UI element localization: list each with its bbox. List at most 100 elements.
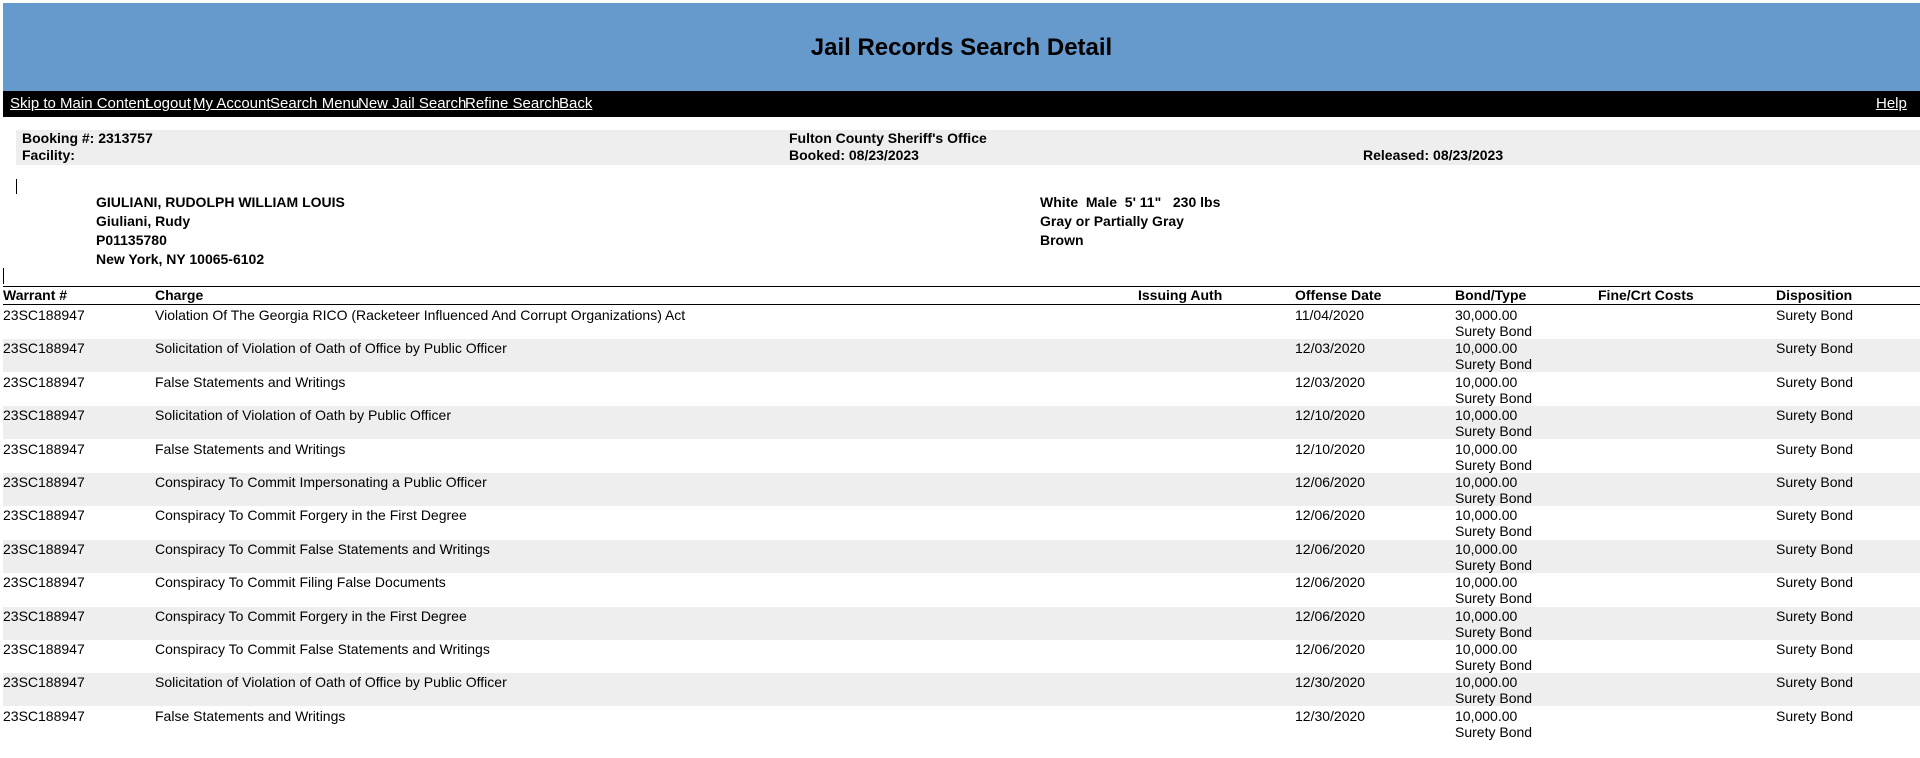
offense-date-cell: 12/06/2020 <box>1295 607 1366 624</box>
warrant-cell: 23SC188947 <box>3 707 85 724</box>
bond-amount-cell: 10,000.00 <box>1455 507 1518 524</box>
bond-amount-cell: 10,000.00 <box>1455 440 1518 457</box>
table-row: 23SC188947 False Statements and Writings 1… <box>3 373 1920 406</box>
offense-date-cell: 12/03/2020 <box>1295 340 1366 357</box>
bond-amount-cell: 10,000.00 <box>1455 607 1518 624</box>
disposition-cell: Surety Bond <box>1776 307 1854 323</box>
table-row: 23SC188947 Conspiracy To Commit Filing Fa… <box>3 573 1920 606</box>
offense-date-cell: 12/06/2020 <box>1295 641 1366 657</box>
col-charge: Charge <box>155 287 204 303</box>
skip-to-main-link[interactable]: Skip to Main Content <box>10 91 149 117</box>
search-menu-link[interactable]: Search Menu <box>270 91 359 117</box>
page-header: Jail Records Search Detail <box>3 3 1920 91</box>
bond-type-cell: Surety Bond <box>1455 456 1533 473</box>
table-row: 23SC188947 Conspiracy To Commit Forgery i… <box>3 606 1920 640</box>
my-account-link[interactable]: My Account <box>193 91 271 117</box>
page-title: Jail Records Search Detail <box>810 34 1113 61</box>
help-link[interactable]: Help <box>1876 91 1907 117</box>
charge-cell: Conspiracy To Commit Filing False Docume… <box>155 574 446 591</box>
warrant-cell: 23SC188947 <box>3 574 85 591</box>
table-row: 23SC188947 Conspiracy To Commit False Sta… <box>3 539 1920 573</box>
disposition-cell: Surety Bond <box>1776 474 1854 490</box>
text-cursor-2 <box>3 268 4 284</box>
col-bond-type: Bond/Type <box>1455 287 1527 303</box>
col-disposition: Disposition <box>1776 287 1853 303</box>
logout-link[interactable]: Logout <box>145 91 191 117</box>
new-jail-search-link[interactable]: New Jail Search <box>358 91 466 117</box>
bond-type-cell: Surety Bond <box>1455 590 1533 607</box>
bond-amount-cell: 10,000.00 <box>1455 373 1518 390</box>
offense-date-cell: 12/06/2020 <box>1295 574 1366 591</box>
col-warrant: Warrant # <box>3 287 68 303</box>
charge-cell: Conspiracy To Commit False Statements an… <box>155 641 490 657</box>
warrant-cell: 23SC188947 <box>3 307 85 323</box>
offense-date-cell: 12/06/2020 <box>1295 474 1366 490</box>
disposition-cell: Surety Bond <box>1776 407 1854 424</box>
disposition-cell: Surety Bond <box>1776 674 1854 691</box>
col-issuing-auth: Issuing Auth <box>1138 287 1223 303</box>
warrant-cell: 23SC188947 <box>3 641 85 657</box>
bond-amount-cell: 10,000.00 <box>1455 674 1518 691</box>
disposition-cell: Surety Bond <box>1776 641 1854 657</box>
charge-cell: False Statements and Writings <box>155 440 346 457</box>
charge-cell: Conspiracy To Commit False Statements an… <box>155 540 490 557</box>
warrant-cell: 23SC188947 <box>3 474 85 490</box>
person-name: GIULIANI, RUDOLPH WILLIAM LOUIS <box>96 194 345 210</box>
disposition-cell: Surety Bond <box>1776 507 1854 524</box>
table-row: 23SC188947 Violation Of The Georgia RICO … <box>3 306 1920 339</box>
table-row: 23SC188947 Conspiracy To Commit Impersona… <box>3 473 1920 506</box>
disposition-cell: Surety Bond <box>1776 607 1854 624</box>
warrant-cell: 23SC188947 <box>3 674 85 691</box>
offense-date-cell: 12/30/2020 <box>1295 707 1366 724</box>
table-row: 23SC188947 False Statements and Writings 1… <box>3 707 1920 740</box>
charge-cell: Conspiracy To Commit Forgery in the Firs… <box>155 607 467 624</box>
warrant-cell: 23SC188947 <box>3 440 85 457</box>
refine-search-link[interactable]: Refine Search <box>465 91 560 117</box>
bond-type-cell: Surety Bond <box>1455 389 1533 406</box>
offense-date-cell: 12/03/2020 <box>1295 373 1366 390</box>
offense-date-cell: 12/30/2020 <box>1295 674 1366 691</box>
bond-type-cell: Surety Bond <box>1455 556 1533 573</box>
table-row: 23SC188947 Conspiracy To Commit False Sta… <box>3 640 1920 673</box>
person-alias: Giuliani, Rudy <box>96 213 191 229</box>
person-hair: Gray or Partially Gray <box>1040 213 1184 229</box>
warrant-cell: 23SC188947 <box>3 340 85 357</box>
charge-cell: False Statements and Writings <box>155 707 346 724</box>
person-id: P01135780 <box>96 232 167 248</box>
bond-type-cell: Surety Bond <box>1455 323 1533 339</box>
offense-date-cell: 11/04/2020 <box>1295 307 1365 323</box>
person-eyes: Brown <box>1040 232 1084 248</box>
table-row: 23SC188947 Solicitation of Violation of O… <box>3 406 1920 440</box>
offense-date-cell: 12/10/2020 <box>1295 407 1366 424</box>
person-physical: White Male 5' 11" 230 lbs <box>1040 194 1221 210</box>
disposition-cell: Surety Bond <box>1776 707 1854 724</box>
bond-amount-cell: 10,000.00 <box>1455 474 1518 490</box>
col-fine-costs: Fine/Crt Costs <box>1598 287 1694 303</box>
charge-cell: Solicitation of Violation of Oath of Off… <box>155 340 507 357</box>
charge-cell: Violation Of The Georgia RICO (Racketeer… <box>155 307 686 323</box>
person-location: New York, NY 10065-6102 <box>96 251 265 267</box>
charge-cell: Solicitation of Violation of Oath of Off… <box>155 674 507 691</box>
facility-label: Facility: <box>22 147 75 163</box>
bond-amount-cell: 10,000.00 <box>1455 340 1518 357</box>
charge-cell: Conspiracy To Commit Forgery in the Firs… <box>155 507 467 524</box>
bond-amount-cell: 10,000.00 <box>1455 641 1518 657</box>
booking-number: Booking #: 2313757 <box>22 130 153 146</box>
charge-cell: Conspiracy To Commit Impersonating a Pub… <box>155 474 487 490</box>
bond-amount-cell: 10,000.00 <box>1455 407 1518 424</box>
bond-amount-cell: 10,000.00 <box>1455 707 1518 724</box>
disposition-cell: Surety Bond <box>1776 440 1854 457</box>
bond-amount-cell: 30,000.00 <box>1455 307 1518 323</box>
bond-type-cell: Surety Bond <box>1455 423 1533 440</box>
warrant-cell: 23SC188947 <box>3 607 85 624</box>
nav-bar: Skip to Main Content Logout My Account S… <box>3 91 1920 117</box>
back-link[interactable]: Back <box>559 91 592 117</box>
bond-type-cell: Surety Bond <box>1455 490 1533 506</box>
agency-name: Fulton County Sheriff's Office <box>789 130 987 146</box>
bond-type-cell: Surety Bond <box>1455 623 1533 640</box>
table-header-rule <box>3 304 1920 305</box>
released-date: Released: 08/23/2023 <box>1363 147 1504 163</box>
table-row: 23SC188947 False Statements and Writings 1… <box>3 440 1920 473</box>
warrant-cell: 23SC188947 <box>3 407 85 424</box>
bond-type-cell: Surety Bond <box>1455 356 1533 373</box>
